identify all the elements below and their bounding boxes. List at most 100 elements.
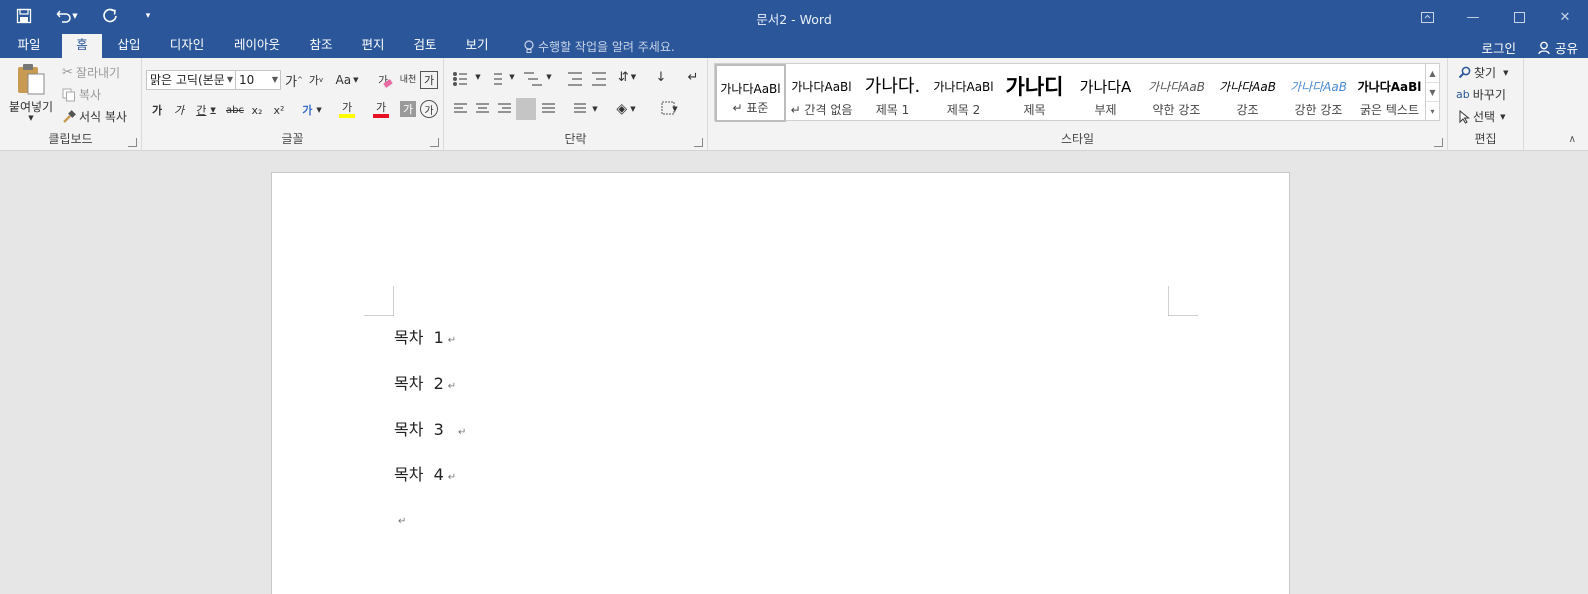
margin-corner-top-right xyxy=(1168,286,1198,316)
borders-button[interactable]: ▼ xyxy=(650,98,682,120)
shrink-font-button[interactable]: 가v xyxy=(306,69,326,91)
tab-design[interactable]: 디자인 xyxy=(160,34,214,58)
style-no-spacing[interactable]: 가나다AaBl ↵ 간격 없음 xyxy=(786,64,857,122)
tab-review[interactable]: 검토 xyxy=(404,34,446,58)
gallery-more-button[interactable]: ▾ xyxy=(1426,102,1439,121)
style-heading-1[interactable]: 가나다. 제목 1 xyxy=(857,64,928,122)
grow-font-icon: 가 xyxy=(285,74,298,90)
cut-button[interactable]: ✂ 잘라내기 xyxy=(62,64,120,81)
gallery-up-button[interactable]: ▲ xyxy=(1426,64,1439,83)
minimize-button[interactable]: — xyxy=(1450,0,1496,34)
gallery-down-button[interactable]: ▼ xyxy=(1426,83,1439,102)
line-spacing-button[interactable]: ▼ xyxy=(566,98,600,120)
styles-dialog-launcher[interactable] xyxy=(1434,138,1443,147)
style-name: 제목 2 xyxy=(946,103,981,117)
style-heading-2[interactable]: 가나다AaBl 제목 2 xyxy=(928,64,999,122)
superscript-button[interactable]: x² xyxy=(270,99,288,121)
sort-button[interactable]: ↓ xyxy=(650,66,672,88)
login-link[interactable]: 로그인 xyxy=(1481,38,1516,57)
style-normal[interactable]: 가나다AaBl ↵ 표준 xyxy=(715,64,786,122)
find-button[interactable]: 찾기 ▼ xyxy=(1458,64,1508,81)
font-dialog-launcher[interactable] xyxy=(430,138,439,147)
grow-font-button[interactable]: 가 ^ xyxy=(284,69,304,91)
font-size-combo[interactable]: 10 ▼ xyxy=(235,70,281,90)
align-left-button[interactable] xyxy=(450,98,470,120)
phonetic-guide-button[interactable]: 내천 xyxy=(398,69,418,91)
shading-button[interactable]: ◈ ▼ xyxy=(610,98,642,120)
cursor-icon xyxy=(1459,109,1470,124)
increase-indent-button[interactable] xyxy=(582,66,604,88)
style-subtitle[interactable]: 가나다A 부제 xyxy=(1070,64,1141,122)
tab-mailings[interactable]: 편지 xyxy=(352,34,394,58)
maximize-button[interactable] xyxy=(1496,0,1542,34)
style-strong[interactable]: 가나다AaBl 굵은 텍스트 xyxy=(1354,64,1425,122)
tell-me-search[interactable]: 수행할 작업을 알려 주세요. xyxy=(524,38,675,55)
bold-button[interactable]: 가 xyxy=(148,99,166,121)
numbering-button[interactable]: ▼ xyxy=(484,66,518,88)
style-intense-emphasis[interactable]: 가나다AaB 강한 강조 xyxy=(1283,64,1354,122)
select-button[interactable]: 선택 ▼ xyxy=(1458,108,1505,125)
enclose-characters-button[interactable]: 가 xyxy=(420,100,438,118)
paste-button[interactable]: 붙여넣기 ▼ xyxy=(8,62,54,122)
editing-group: 찾기 ▼ ab 바꾸기 선택 ▼ 편집 xyxy=(1448,58,1524,151)
style-preview: 가나디 xyxy=(1005,75,1064,99)
character-border-icon: 가 xyxy=(423,74,435,87)
document-page[interactable]: 목차 1 ↵ 목차 2 ↵ 목차 3 ↵ 목차 4 ↵ ↵ xyxy=(271,172,1290,594)
highlight-button[interactable]: 가 xyxy=(332,99,362,121)
paragraph-line[interactable]: 목차 4 ↵ xyxy=(394,461,456,485)
scissors-icon: ✂ xyxy=(62,65,73,80)
justify-button[interactable] xyxy=(516,98,536,120)
replace-button[interactable]: ab 바꾸기 xyxy=(1456,86,1506,103)
tab-layout[interactable]: 레이아웃 xyxy=(224,34,290,58)
numbering-icon: ▼ xyxy=(509,73,515,81)
tab-home[interactable]: 홈 xyxy=(62,34,102,58)
collapse-ribbon-button[interactable]: ∧ xyxy=(1569,134,1576,145)
paragraph-mark: ↵ xyxy=(447,472,457,483)
format-painter-button[interactable]: 서식 복사 xyxy=(62,108,127,125)
decrease-indent-button[interactable] xyxy=(558,66,580,88)
multilevel-list-button[interactable]: ▼ xyxy=(520,66,554,88)
font-color-bar xyxy=(373,114,389,118)
bullets-button[interactable]: ▼ xyxy=(450,66,484,88)
underline-button[interactable]: 간 ▼ xyxy=(192,99,220,121)
document-canvas[interactable]: 목차 1 ↵ 목차 2 ↵ 목차 3 ↵ 목차 4 ↵ ↵ xyxy=(0,151,1588,594)
character-border-button[interactable]: 가 xyxy=(420,71,438,89)
tab-references[interactable]: 참조 xyxy=(300,34,342,58)
align-center-button[interactable] xyxy=(472,98,492,120)
change-case-button[interactable]: Aa ▼ xyxy=(332,69,362,91)
style-preview: 가나다AaBl xyxy=(1357,80,1422,94)
text-effects-button[interactable]: 가 ▼ xyxy=(298,99,326,121)
character-shading-button[interactable]: 가 xyxy=(400,101,416,117)
style-subtle-emphasis[interactable]: 가나다AaB 약한 강조 xyxy=(1141,64,1212,122)
italic-button[interactable]: 가 xyxy=(170,99,188,121)
paragraph-dialog-launcher[interactable] xyxy=(694,138,703,147)
show-hide-marks-button[interactable]: ↵ xyxy=(682,66,704,88)
paragraph-line[interactable]: 목차 3 ↵ xyxy=(394,416,466,440)
font-group: 맑은 고딕(본문 ▼ 10 ▼ 가 ^ 가v Aa ▼ 가 내천 가 가 가 간 ▼ … xyxy=(142,58,444,151)
tab-insert[interactable]: 삽입 xyxy=(108,34,150,58)
tab-file[interactable]: 파일 xyxy=(6,34,52,58)
style-name: 약한 강조 xyxy=(1152,103,1201,117)
underline-icon: 간 xyxy=(196,104,207,117)
font-name-combo[interactable]: 맑은 고딕(본문 ▼ xyxy=(146,70,236,90)
paragraph-line[interactable]: 목차 1 ↵ xyxy=(394,324,456,348)
paragraph-line[interactable]: ↵ xyxy=(394,509,406,528)
tab-view[interactable]: 보기 xyxy=(456,34,498,58)
strikethrough-button[interactable]: abc xyxy=(224,99,246,121)
share-button[interactable]: 공유 xyxy=(1538,38,1578,57)
ribbon-display-options-button[interactable] xyxy=(1404,0,1450,34)
bold-icon: 가 xyxy=(151,104,163,117)
style-emphasis[interactable]: 가나다AaB 강조 xyxy=(1212,64,1283,122)
paragraph-line[interactable]: 목차 2 ↵ xyxy=(394,370,456,394)
clipboard-dialog-launcher[interactable] xyxy=(128,138,137,147)
asian-layout-button[interactable]: ⇵ ▼ xyxy=(612,66,642,88)
font-color-button[interactable]: 가 xyxy=(366,99,396,121)
close-button[interactable]: ✕ xyxy=(1542,0,1588,34)
distributed-button[interactable] xyxy=(538,98,558,120)
clear-formatting-button[interactable]: 가 xyxy=(374,69,396,91)
align-right-button[interactable] xyxy=(494,98,514,120)
subscript-button[interactable]: x₂ xyxy=(248,99,266,121)
style-title[interactable]: 가나디 제목 xyxy=(999,64,1070,122)
borders-icon: ▼ xyxy=(672,105,678,113)
copy-button[interactable]: 복사 xyxy=(62,86,101,103)
